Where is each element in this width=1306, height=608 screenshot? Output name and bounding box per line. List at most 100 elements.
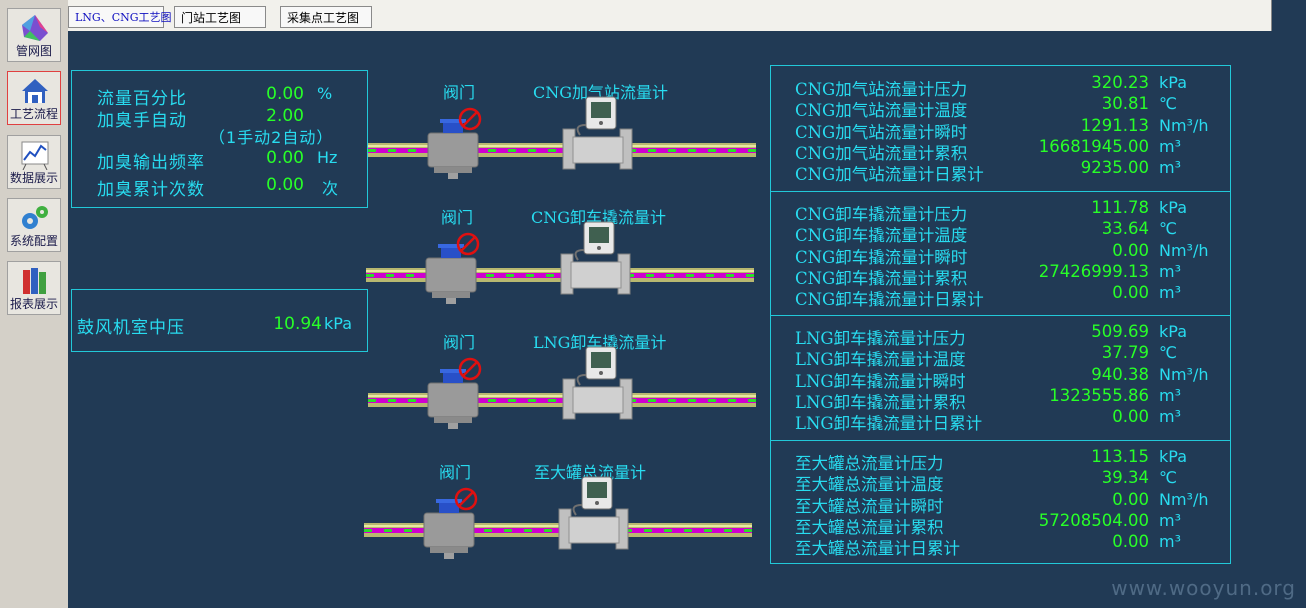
- meter-row-value: 113.15: [1091, 446, 1149, 466]
- valve-icon: [423, 487, 478, 559]
- meter-row-unit: ℃: [1159, 218, 1177, 238]
- meter-row-unit: kPa: [1159, 322, 1187, 341]
- meter-row-value: 30.81: [1101, 94, 1149, 113]
- meter-row-unit: Nm³/h: [1159, 365, 1209, 384]
- meter-row-label: CNG加气站流量计温度: [795, 101, 968, 120]
- meter-row-label: CNG卸车撬流量计温度: [795, 225, 968, 245]
- house-icon: [22, 79, 48, 103]
- meter-row-value: 0.00: [1112, 531, 1149, 551]
- pipe-graphic: [364, 476, 752, 559]
- meter-row-unit: m³: [1159, 282, 1181, 302]
- flowmeter-icon: [562, 96, 633, 170]
- pipe-flow: [366, 273, 754, 278]
- sidebar-item-label: 报表展示: [9, 297, 58, 311]
- meter-row-unit: ℃: [1159, 94, 1177, 113]
- sidebar-item-report[interactable]: 报表展示: [7, 261, 61, 315]
- meter-group-3: LNG卸车撬流量计压力 509.69 kPa LNG卸车撬流量计温度 37.79 ℃ LNG…: [771, 315, 1230, 440]
- sidebar-item-data-display[interactable]: 数据展示: [7, 135, 61, 189]
- blower-pressure-label: 鼓风机室中压: [77, 318, 185, 338]
- gears-icon: [22, 206, 48, 229]
- meter-row-value: 1291.13: [1080, 116, 1149, 135]
- odor-mode-value: 2.00: [266, 106, 304, 126]
- odor-frequency-label: 加臭输出频率: [97, 153, 205, 173]
- meter-row-unit: Nm³/h: [1159, 489, 1209, 509]
- meter-row-label: 至大罐总流量计日累计: [795, 538, 960, 558]
- meter-row-value: 57208504.00: [1038, 510, 1149, 530]
- meter-row-label: CNG卸车撬流量计日累计: [795, 289, 984, 309]
- meter-row-unit: Nm³/h: [1159, 240, 1209, 260]
- pipe-graphic: [366, 221, 754, 304]
- meter-row-unit: kPa: [1159, 73, 1187, 92]
- valve-icon: [427, 357, 482, 429]
- meter-row-value: 39.34: [1101, 467, 1149, 487]
- meter-group-4: 至大罐总流量计压力 113.15 kPa 至大罐总流量计温度 39.34 ℃ 至大罐总流量计…: [771, 439, 1230, 565]
- meter-row-unit: ℃: [1159, 467, 1177, 487]
- flow-percent-value: 0.00: [266, 84, 304, 104]
- meter-row-unit: kPa: [1159, 446, 1187, 466]
- meter-row-value: 320.23: [1091, 73, 1149, 92]
- valve-icon: [425, 232, 480, 304]
- pipeline-4: 阀门 至大罐总流量计: [364, 455, 754, 565]
- sidebar-item-label: 管网图: [15, 44, 52, 58]
- meter-row-unit: kPa: [1159, 197, 1187, 217]
- blower-pressure-panel: 鼓风机室中压 10.94 kPa: [71, 289, 368, 352]
- odor-mode-label: 加臭手自动: [97, 111, 187, 131]
- meter-row-value: 0.00: [1112, 489, 1149, 509]
- meter-row-value: 111.78: [1091, 197, 1149, 217]
- flow-percent-unit: %: [317, 84, 333, 103]
- group-divider: [771, 190, 1230, 192]
- chart-icon: [21, 141, 49, 170]
- meter-group-2: CNG卸车撬流量计压力 111.78 kPa CNG卸车撬流量计温度 33.64 ℃ CNG…: [771, 190, 1230, 316]
- main-area: LNG、CNG工艺图 门站工艺图 采集点工艺图 流量百分比 0.00 % 加臭手…: [68, 0, 1306, 608]
- odor-count-value: 0.00: [266, 175, 304, 195]
- meter-row-value: 33.64: [1101, 218, 1149, 238]
- tab-collection-point-process[interactable]: 采集点工艺图: [280, 6, 372, 28]
- flowmeter-icon: [558, 476, 629, 550]
- pipeline-1: 阀门 CNG加气站流量计: [368, 75, 758, 185]
- meter-row-unit: ℃: [1159, 343, 1177, 362]
- flowmeter-icon: [562, 346, 633, 420]
- watermark: www.wooyun.org: [1111, 576, 1296, 600]
- meter-row-value: 0.00: [1112, 282, 1149, 302]
- sidebar-item-label: 数据展示: [9, 171, 58, 185]
- meter-row-label: LNG卸车撬流量计温度: [795, 350, 966, 369]
- meter-row-unit: m³: [1159, 407, 1181, 426]
- pipe-graphic: [368, 346, 756, 429]
- meter-row-unit: m³: [1159, 531, 1181, 551]
- meter-row-unit: m³: [1159, 510, 1181, 530]
- sidebar-item-process-flow[interactable]: 工艺流程: [7, 71, 61, 125]
- pipe-flow: [368, 398, 756, 403]
- meter-row-value: 0.00: [1112, 240, 1149, 260]
- group-divider: [771, 315, 1230, 316]
- odor-count-label: 加臭累计次数: [97, 180, 205, 200]
- sidebar-item-label: 工艺流程: [9, 107, 58, 121]
- meter-row-value: 9235.00: [1080, 158, 1149, 177]
- pipe-flow: [364, 528, 752, 533]
- meter-row-unit: m³: [1159, 386, 1181, 405]
- sidebar-item-network-map[interactable]: 管网图: [7, 8, 61, 62]
- odor-mode-note: （1手动2自动）: [209, 128, 334, 147]
- tab-lng-cng-process[interactable]: LNG、CNG工艺图: [68, 6, 172, 28]
- sidebar-item-system-config[interactable]: 系统配置: [7, 198, 61, 252]
- meter-row-value: 0.00: [1112, 407, 1149, 426]
- pipeline-3: 阀门 LNG卸车撬流量计: [368, 325, 758, 435]
- odor-frequency-value: 0.00: [266, 148, 304, 168]
- meter-row-value: 1323555.86: [1049, 386, 1149, 405]
- pipe-flow: [368, 148, 756, 153]
- meter-row-unit: Nm³/h: [1159, 116, 1209, 135]
- meter-row-value: 940.38: [1091, 365, 1149, 384]
- blower-pressure-value: 10.94: [273, 314, 322, 334]
- sidebar-item-label: 系统配置: [9, 234, 58, 248]
- tab-gate-station-process[interactable]: 门站工艺图: [174, 6, 266, 28]
- meter-row-unit: m³: [1159, 158, 1181, 177]
- meter-group-1: CNG加气站流量计压力 320.23 kPa CNG加气站流量计温度 30.81 ℃ CNG…: [771, 66, 1230, 191]
- blower-pressure-unit: kPa: [324, 314, 352, 333]
- meter-row-unit: m³: [1159, 137, 1181, 156]
- sidebar: 管网图 工艺流程 数据展示 系统配置 报表展示: [0, 0, 69, 608]
- meter-row-label: 至大罐总流量计温度: [795, 474, 944, 494]
- group-divider: [771, 439, 1230, 441]
- meter-row-label: LNG卸车撬流量计日累计: [795, 414, 983, 433]
- tab-bar: LNG、CNG工艺图 门站工艺图 采集点工艺图: [68, 0, 1272, 31]
- valve-icon: [427, 107, 482, 179]
- meter-data-panel: CNG加气站流量计压力 320.23 kPa CNG加气站流量计温度 30.81 ℃ CNG…: [770, 65, 1231, 564]
